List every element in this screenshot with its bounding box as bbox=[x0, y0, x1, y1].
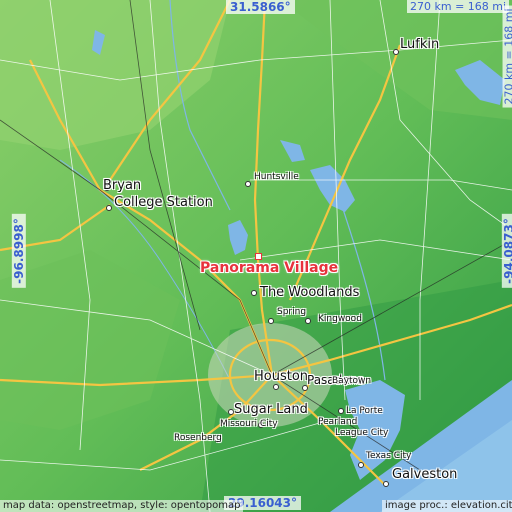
city-label-pearland[interactable]: Pearland bbox=[318, 418, 357, 427]
city-dot-kingwood bbox=[305, 318, 311, 324]
scale-label-right: 270 km = 168 mi bbox=[502, 5, 512, 108]
city-dot-spring bbox=[268, 318, 274, 324]
city-label-missouri-city[interactable]: Missouri City bbox=[220, 420, 278, 429]
city-label-baytown[interactable]: Baytown bbox=[332, 377, 371, 386]
city-dot-huntsville bbox=[245, 181, 251, 187]
east-coordinate: -94.0873° bbox=[501, 214, 512, 288]
city-label-rosenberg[interactable]: Rosenberg bbox=[174, 434, 222, 443]
city-label-college-station[interactable]: College Station bbox=[114, 196, 213, 209]
west-coordinate: -96.8998° bbox=[11, 214, 26, 288]
city-label-league-city[interactable]: League City bbox=[335, 429, 388, 438]
map-attribution: map data: openstreetmap, style: opentopo… bbox=[0, 500, 244, 512]
scale-label-top: 270 km = 168 mi bbox=[407, 0, 510, 13]
image-attribution: image proc.: elevation.city bbox=[382, 500, 512, 512]
city-label-galveston[interactable]: Galveston bbox=[392, 468, 457, 481]
city-label-kingwood[interactable]: Kingwood bbox=[318, 315, 362, 324]
city-dot-lufkin bbox=[393, 49, 399, 55]
north-coordinate: 31.5866° bbox=[226, 0, 295, 14]
city-label-la-porte[interactable]: La Porte bbox=[346, 407, 383, 416]
city-label-huntsville[interactable]: Huntsville bbox=[254, 173, 299, 182]
city-label-sugar-land[interactable]: Sugar Land bbox=[234, 403, 308, 416]
city-label-bryan[interactable]: Bryan bbox=[103, 179, 141, 192]
city-dot-galveston bbox=[383, 481, 389, 487]
city-label-lufkin[interactable]: Lufkin bbox=[400, 38, 439, 51]
target-place-label[interactable]: Panorama Village bbox=[200, 261, 338, 275]
city-label-texas-city[interactable]: Texas City bbox=[366, 452, 411, 461]
city-dot-texas-city bbox=[358, 462, 364, 468]
city-label-spring[interactable]: Spring bbox=[277, 308, 306, 317]
city-label-houston[interactable]: Houston bbox=[254, 370, 308, 383]
target-location-marker[interactable] bbox=[255, 253, 262, 260]
city-dot-houston bbox=[273, 384, 279, 390]
city-dot-college-station bbox=[106, 205, 112, 211]
city-dot-the-woodlands bbox=[251, 290, 257, 296]
city-dot-la-porte bbox=[338, 408, 344, 414]
map-canvas[interactable]: 31.5866° 29.16043° -96.8998° -94.0873° 2… bbox=[0, 0, 512, 512]
city-label-the-woodlands[interactable]: The Woodlands bbox=[260, 286, 359, 299]
